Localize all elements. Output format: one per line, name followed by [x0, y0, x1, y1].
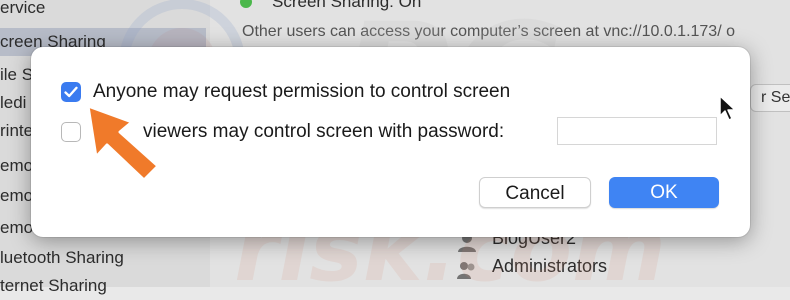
- request-permission-checkbox[interactable]: [61, 82, 81, 102]
- ok-button[interactable]: OK: [609, 177, 719, 208]
- control-password-checkbox[interactable]: [61, 122, 81, 142]
- control-password-label: viewers may control screen with password…: [143, 121, 505, 142]
- password-field[interactable]: [557, 117, 717, 145]
- mouse-pointer-icon: [719, 95, 736, 121]
- checkmark-icon: [64, 86, 78, 98]
- annotation-arrow-icon: [86, 104, 160, 182]
- cancel-button[interactable]: Cancel: [479, 177, 591, 208]
